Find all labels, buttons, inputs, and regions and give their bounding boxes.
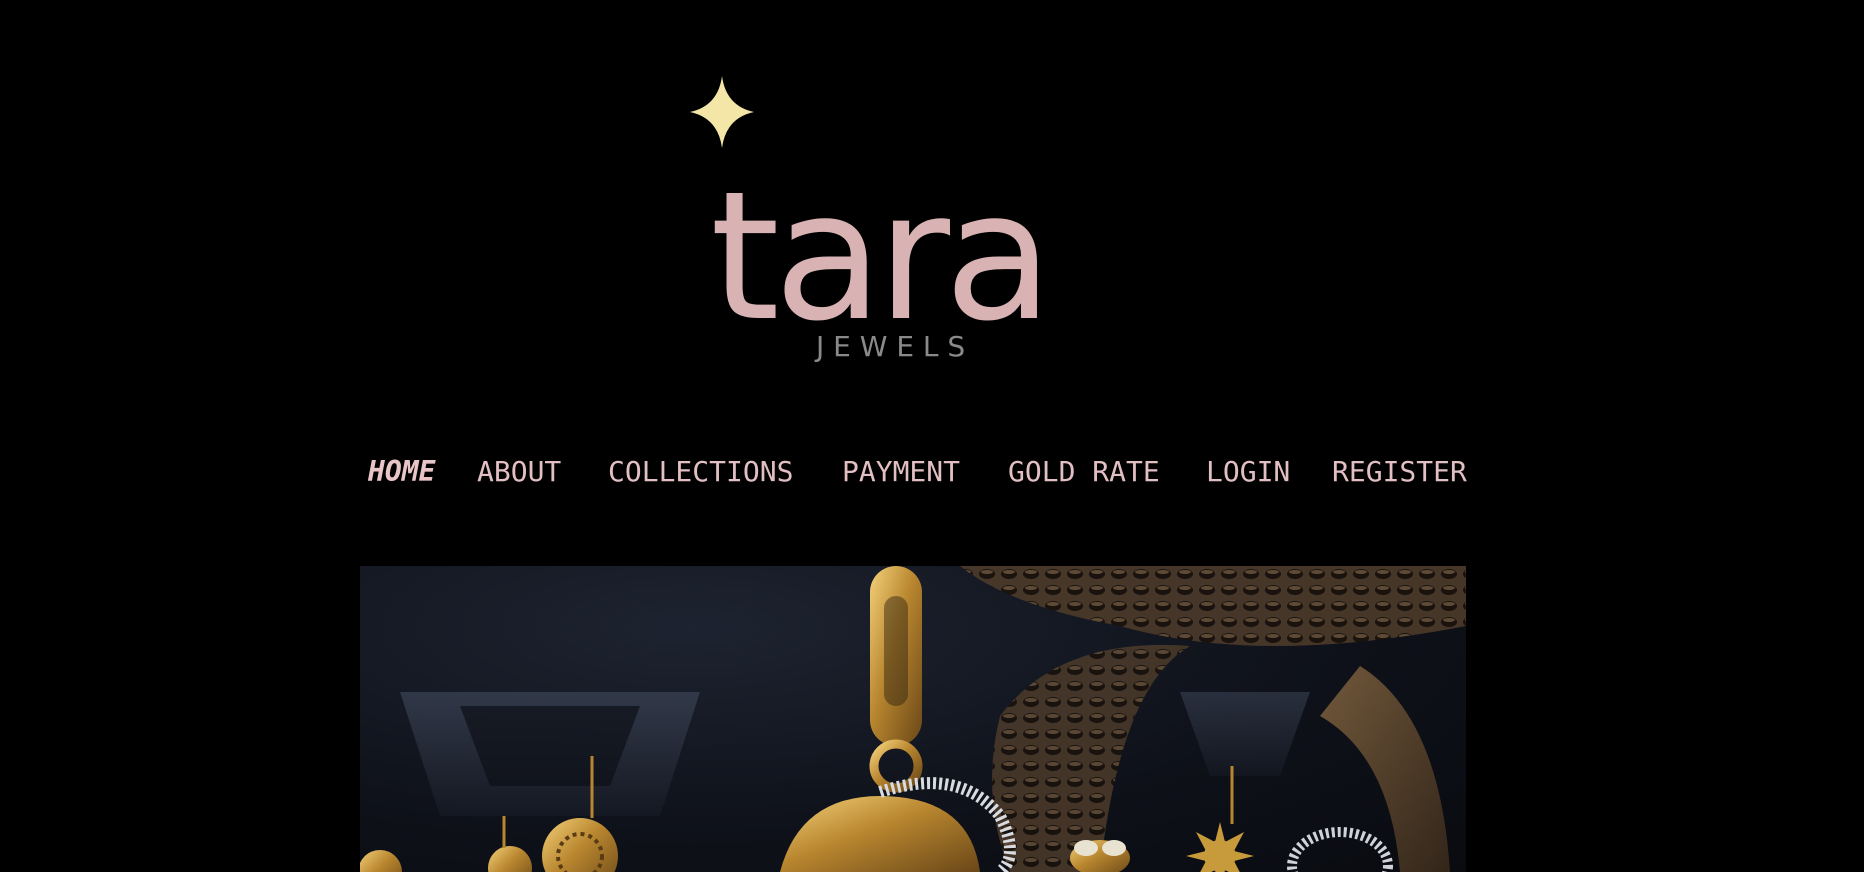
- hero-banner: [360, 566, 1466, 872]
- nav-payment-link[interactable]: PAYMENT: [842, 452, 960, 492]
- nav-about-link[interactable]: ABOUT: [477, 452, 561, 492]
- main-navigation: HOME ABOUT COLLECTIONS PAYMENT GOLD RATE…: [360, 452, 1560, 492]
- logo-tagline: J E W E L S: [814, 330, 965, 363]
- logo-graphic: tara J E W E L S: [690, 76, 1053, 363]
- brand-logo[interactable]: tara J E W E L S: [680, 70, 1160, 370]
- four-point-star-icon: [690, 76, 754, 148]
- nav-register-link[interactable]: REGISTER: [1332, 452, 1467, 492]
- nav-gold-rate-link[interactable]: GOLD RATE: [1008, 452, 1160, 492]
- nav-collections-link[interactable]: COLLECTIONS: [608, 452, 793, 492]
- logo-wordmark: tara: [710, 153, 1047, 360]
- hero-jewellery-image: [360, 566, 1466, 872]
- nav-login-link[interactable]: LOGIN: [1206, 452, 1290, 492]
- nav-home-link[interactable]: HOME: [368, 452, 435, 492]
